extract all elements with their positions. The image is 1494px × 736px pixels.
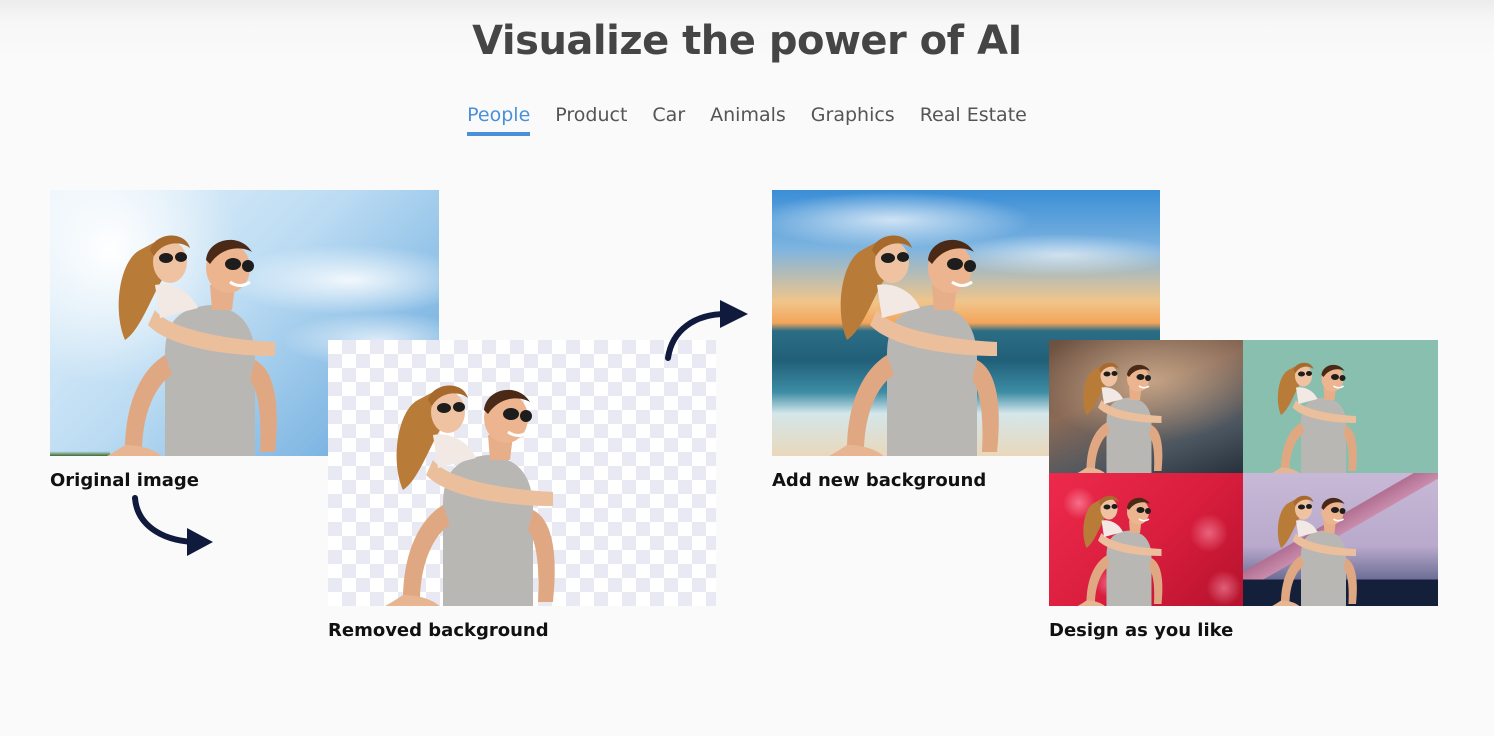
couple-cutout	[374, 383, 557, 606]
tab-graphics[interactable]: Graphics	[811, 104, 895, 136]
page-title: Visualize the power of AI	[472, 18, 1022, 64]
curved-arrow-icon	[132, 495, 213, 556]
design-caption: Design as you like	[1049, 620, 1234, 641]
original-image-caption: Original image	[50, 470, 199, 491]
design-variant-mint	[1243, 340, 1438, 473]
removed-background-image	[328, 340, 716, 606]
removed-background-caption: Removed background	[328, 620, 549, 641]
tab-car[interactable]: Car	[652, 104, 685, 136]
category-tabs: People Product Car Animals Graphics Real…	[0, 104, 1494, 136]
design-variant-red	[1049, 473, 1243, 606]
design-grid	[1049, 340, 1438, 606]
curved-arrow-icon	[665, 300, 748, 361]
tab-people[interactable]: People	[467, 104, 531, 136]
new-background-caption: Add new background	[772, 470, 987, 491]
tab-animals[interactable]: Animals	[710, 104, 786, 136]
design-variant-mountain	[1243, 473, 1438, 606]
design-variant-night	[1049, 340, 1243, 473]
tab-product[interactable]: Product	[555, 104, 627, 136]
tab-real-estate[interactable]: Real Estate	[920, 104, 1027, 136]
